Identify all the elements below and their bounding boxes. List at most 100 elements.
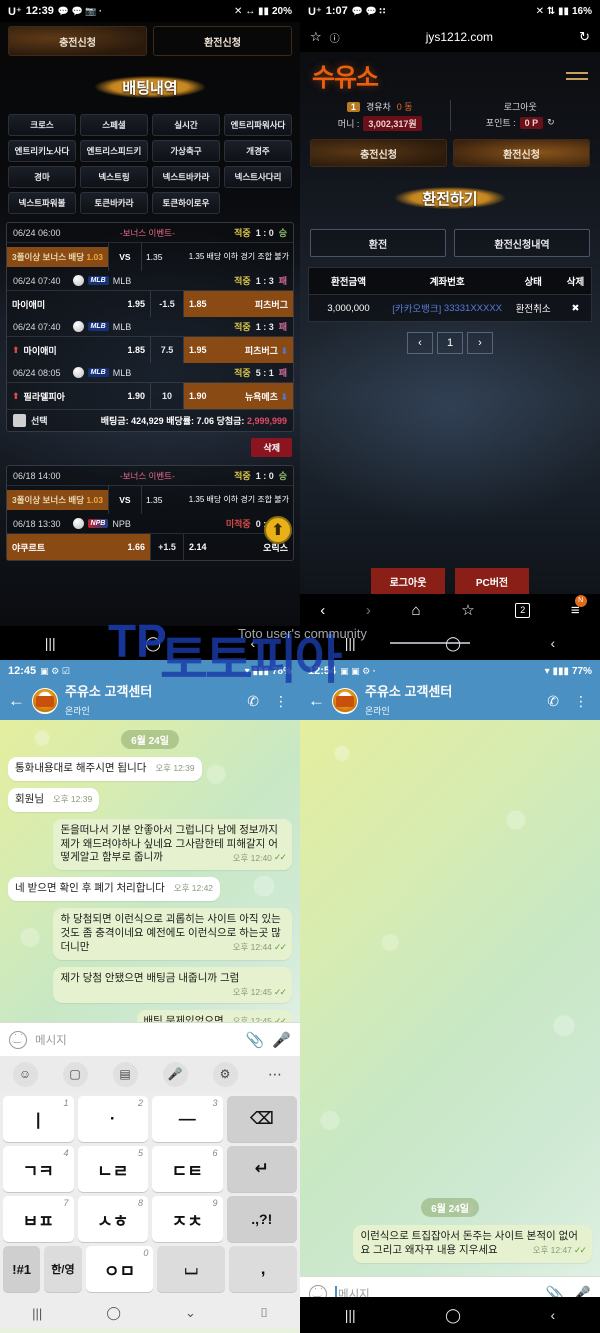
next-page-button[interactable]: › — [467, 332, 493, 354]
scroll-to-top-button[interactable]: ⬆ — [264, 516, 292, 544]
select-checkbox[interactable] — [13, 414, 26, 427]
browser-home-icon[interactable]: ⌂ — [412, 602, 421, 619]
home-team-cell[interactable]: ⬆ 마이애미 — [7, 337, 116, 363]
category-button[interactable]: 넥스트링 — [80, 166, 148, 188]
logout-button[interactable]: 로그아웃 — [371, 568, 445, 594]
key-button[interactable]: 6 ㄷㅌ — [152, 1146, 223, 1192]
prev-page-button[interactable]: ‹ — [407, 332, 433, 354]
settings-icon[interactable]: ⚙ — [212, 1061, 238, 1087]
emoji-icon[interactable]: ☺ — [12, 1061, 38, 1087]
back-arrow-icon[interactable]: ← — [308, 691, 325, 711]
browser-back-icon[interactable]: ‹ — [320, 602, 325, 619]
category-button[interactable]: 넥스트파워볼 — [8, 192, 76, 214]
translate-icon[interactable]: ▤ — [112, 1061, 138, 1087]
charge-request-button[interactable]: 충전신청 — [8, 26, 147, 56]
category-button[interactable]: 개경주 — [224, 140, 292, 162]
browser-tabs-icon[interactable]: 2 — [515, 602, 531, 618]
pc-version-button[interactable]: PC버전 — [455, 568, 529, 594]
bet-selection-row[interactable]: 마이애미 1.95 -1.5 1.85 피츠버그 — [7, 291, 293, 317]
delete-button[interactable]: 삭제 — [251, 438, 292, 457]
page-number[interactable]: 1 — [437, 332, 463, 354]
category-button[interactable]: 실시간 — [152, 114, 220, 136]
clipboard-icon[interactable]: ▢ — [62, 1061, 88, 1087]
bonus-selection-row[interactable]: 3폴이상 보너스 배당 1.03 VS 1.35 1.35 배당 이하 경기 조… — [7, 486, 293, 514]
punctuation-key[interactable]: .,?! — [226, 1196, 297, 1242]
charge-request-button[interactable]: 충전신청 — [310, 139, 447, 167]
hamburger-menu-icon[interactable] — [566, 72, 588, 80]
home-team[interactable]: 마이애미 — [7, 291, 116, 317]
away-selection[interactable]: 1.85 피츠버그 — [184, 291, 293, 317]
key-button[interactable]: 9 ㅈㅊ — [152, 1196, 223, 1242]
symbols-key[interactable]: !#1 — [3, 1246, 41, 1292]
logout-link[interactable]: 로그아웃 — [504, 100, 537, 113]
exchange-request-button[interactable]: 환전신청 — [453, 139, 590, 167]
bet-selection-row[interactable]: ⬆ 필라델피아 1.90 10 1.90 뉴욕메츠 ⬇ — [7, 383, 293, 409]
recents-button[interactable]: ||| — [345, 635, 356, 651]
hide-keyboard-button[interactable]: ⌄ — [185, 1305, 196, 1321]
browser-menu-icon[interactable]: ≡ N — [571, 594, 587, 619]
tab-exchange[interactable]: 환전 — [310, 229, 446, 257]
comma-key[interactable]: , — [229, 1246, 298, 1292]
emoji-icon[interactable] — [9, 1029, 27, 1049]
back-arrow-icon[interactable]: ← — [8, 691, 25, 711]
row-delete-button[interactable]: ✖ — [560, 295, 591, 321]
key-button[interactable]: 2 · — [77, 1096, 148, 1142]
category-button[interactable]: 경마 — [8, 166, 76, 188]
exchange-request-button[interactable]: 환전신청 — [153, 26, 292, 56]
backspace-key[interactable]: ⌫ — [226, 1096, 297, 1142]
key-button[interactable]: 4 ㄱㅋ — [3, 1146, 74, 1192]
call-icon[interactable]: ✆ — [243, 693, 263, 710]
site-logo[interactable]: 수유소 — [312, 58, 379, 94]
category-button[interactable]: 엔트리파워사다 — [224, 114, 292, 136]
away-selection[interactable]: 1.95 피츠버그 ⬇ — [184, 337, 293, 363]
category-button[interactable]: 가상축구 — [152, 140, 220, 162]
mic-icon[interactable]: 🎤 — [162, 1061, 188, 1087]
category-button[interactable]: 토큰바카라 — [80, 192, 148, 214]
bet-selection-row[interactable]: ⬆ 마이애미 1.85 7.5 1.95 피츠버그 ⬇ — [7, 337, 293, 363]
info-icon[interactable]: ⓘ — [330, 30, 340, 45]
back-button[interactable]: ‹ — [551, 1307, 556, 1323]
message-input-bar-left[interactable]: 메시지 📎 🎤 — [0, 1022, 300, 1056]
browser-forward-icon[interactable]: › — [366, 602, 371, 619]
attachment-icon[interactable]: 📎 — [246, 1031, 265, 1049]
more-icon[interactable]: ⋯ — [263, 1062, 288, 1087]
category-button[interactable]: 토큰하이로우 — [152, 192, 220, 214]
home-team-cell[interactable]: ⬆ 필라델피아 — [7, 383, 116, 409]
category-button[interactable]: 넥스트사다리 — [224, 166, 292, 188]
browser-bookmark-icon[interactable]: ☆ — [461, 601, 474, 619]
category-button[interactable]: 넥스트바카라 — [152, 166, 220, 188]
more-options-icon[interactable]: ⋮ — [270, 693, 292, 710]
recents-button[interactable]: ||| — [32, 1306, 42, 1321]
microphone-icon[interactable]: 🎤 — [272, 1031, 291, 1049]
home-selection[interactable]: 야쿠르트 — [7, 534, 116, 560]
browser-url-bar[interactable]: ☆ ⓘ jys1212.com ↻ — [300, 22, 600, 52]
home-button[interactable]: ◯ — [145, 635, 161, 652]
enter-key[interactable]: ↵ — [226, 1146, 297, 1192]
refresh-icon[interactable]: ↻ — [547, 117, 555, 128]
bonus-selection-row[interactable]: 3폴이상 보너스 배당 1.03 VS 1.35 1.35 배당 이하 경기 조… — [7, 243, 293, 271]
reload-icon[interactable]: ↻ — [579, 29, 590, 45]
home-button[interactable]: ◯ — [445, 1307, 461, 1324]
back-button[interactable]: ‹ — [251, 635, 256, 651]
home-button[interactable]: ◯ — [106, 1305, 121, 1321]
back-button[interactable]: ‹ — [551, 635, 556, 651]
recents-button[interactable]: ||| — [345, 1307, 356, 1323]
bet-selection-row[interactable]: 야쿠르트 1.66 +1.5 2.14 오릭스 — [7, 534, 293, 560]
star-icon[interactable]: ☆ — [310, 29, 322, 45]
category-button[interactable]: 크로스 — [8, 114, 76, 136]
home-button[interactable]: ◯ — [445, 635, 461, 652]
away-selection[interactable]: 1.90 뉴욕메츠 ⬇ — [184, 383, 293, 409]
category-button[interactable]: 스페셜 — [80, 114, 148, 136]
recents-button[interactable]: ||| — [45, 635, 56, 651]
space-key[interactable]: ⌴ — [157, 1246, 226, 1292]
tab-exchange-history[interactable]: 환전신청내역 — [454, 229, 590, 257]
category-button[interactable]: 엔트리스피드키 — [80, 140, 148, 162]
url-text[interactable]: jys1212.com — [348, 30, 571, 44]
key-button[interactable]: 8 ㅅㅎ — [77, 1196, 148, 1242]
switch-keyboard-button[interactable]: ⌷ — [260, 1305, 268, 1321]
key-button[interactable]: 5 ㄴㄹ — [77, 1146, 148, 1192]
key-button[interactable]: 7 ㅂㅍ — [3, 1196, 74, 1242]
key-button[interactable]: 1丨 — [3, 1096, 74, 1142]
language-toggle-key[interactable]: 한/영 — [44, 1246, 82, 1292]
key-button[interactable]: 0 ㅇㅁ — [85, 1246, 154, 1292]
